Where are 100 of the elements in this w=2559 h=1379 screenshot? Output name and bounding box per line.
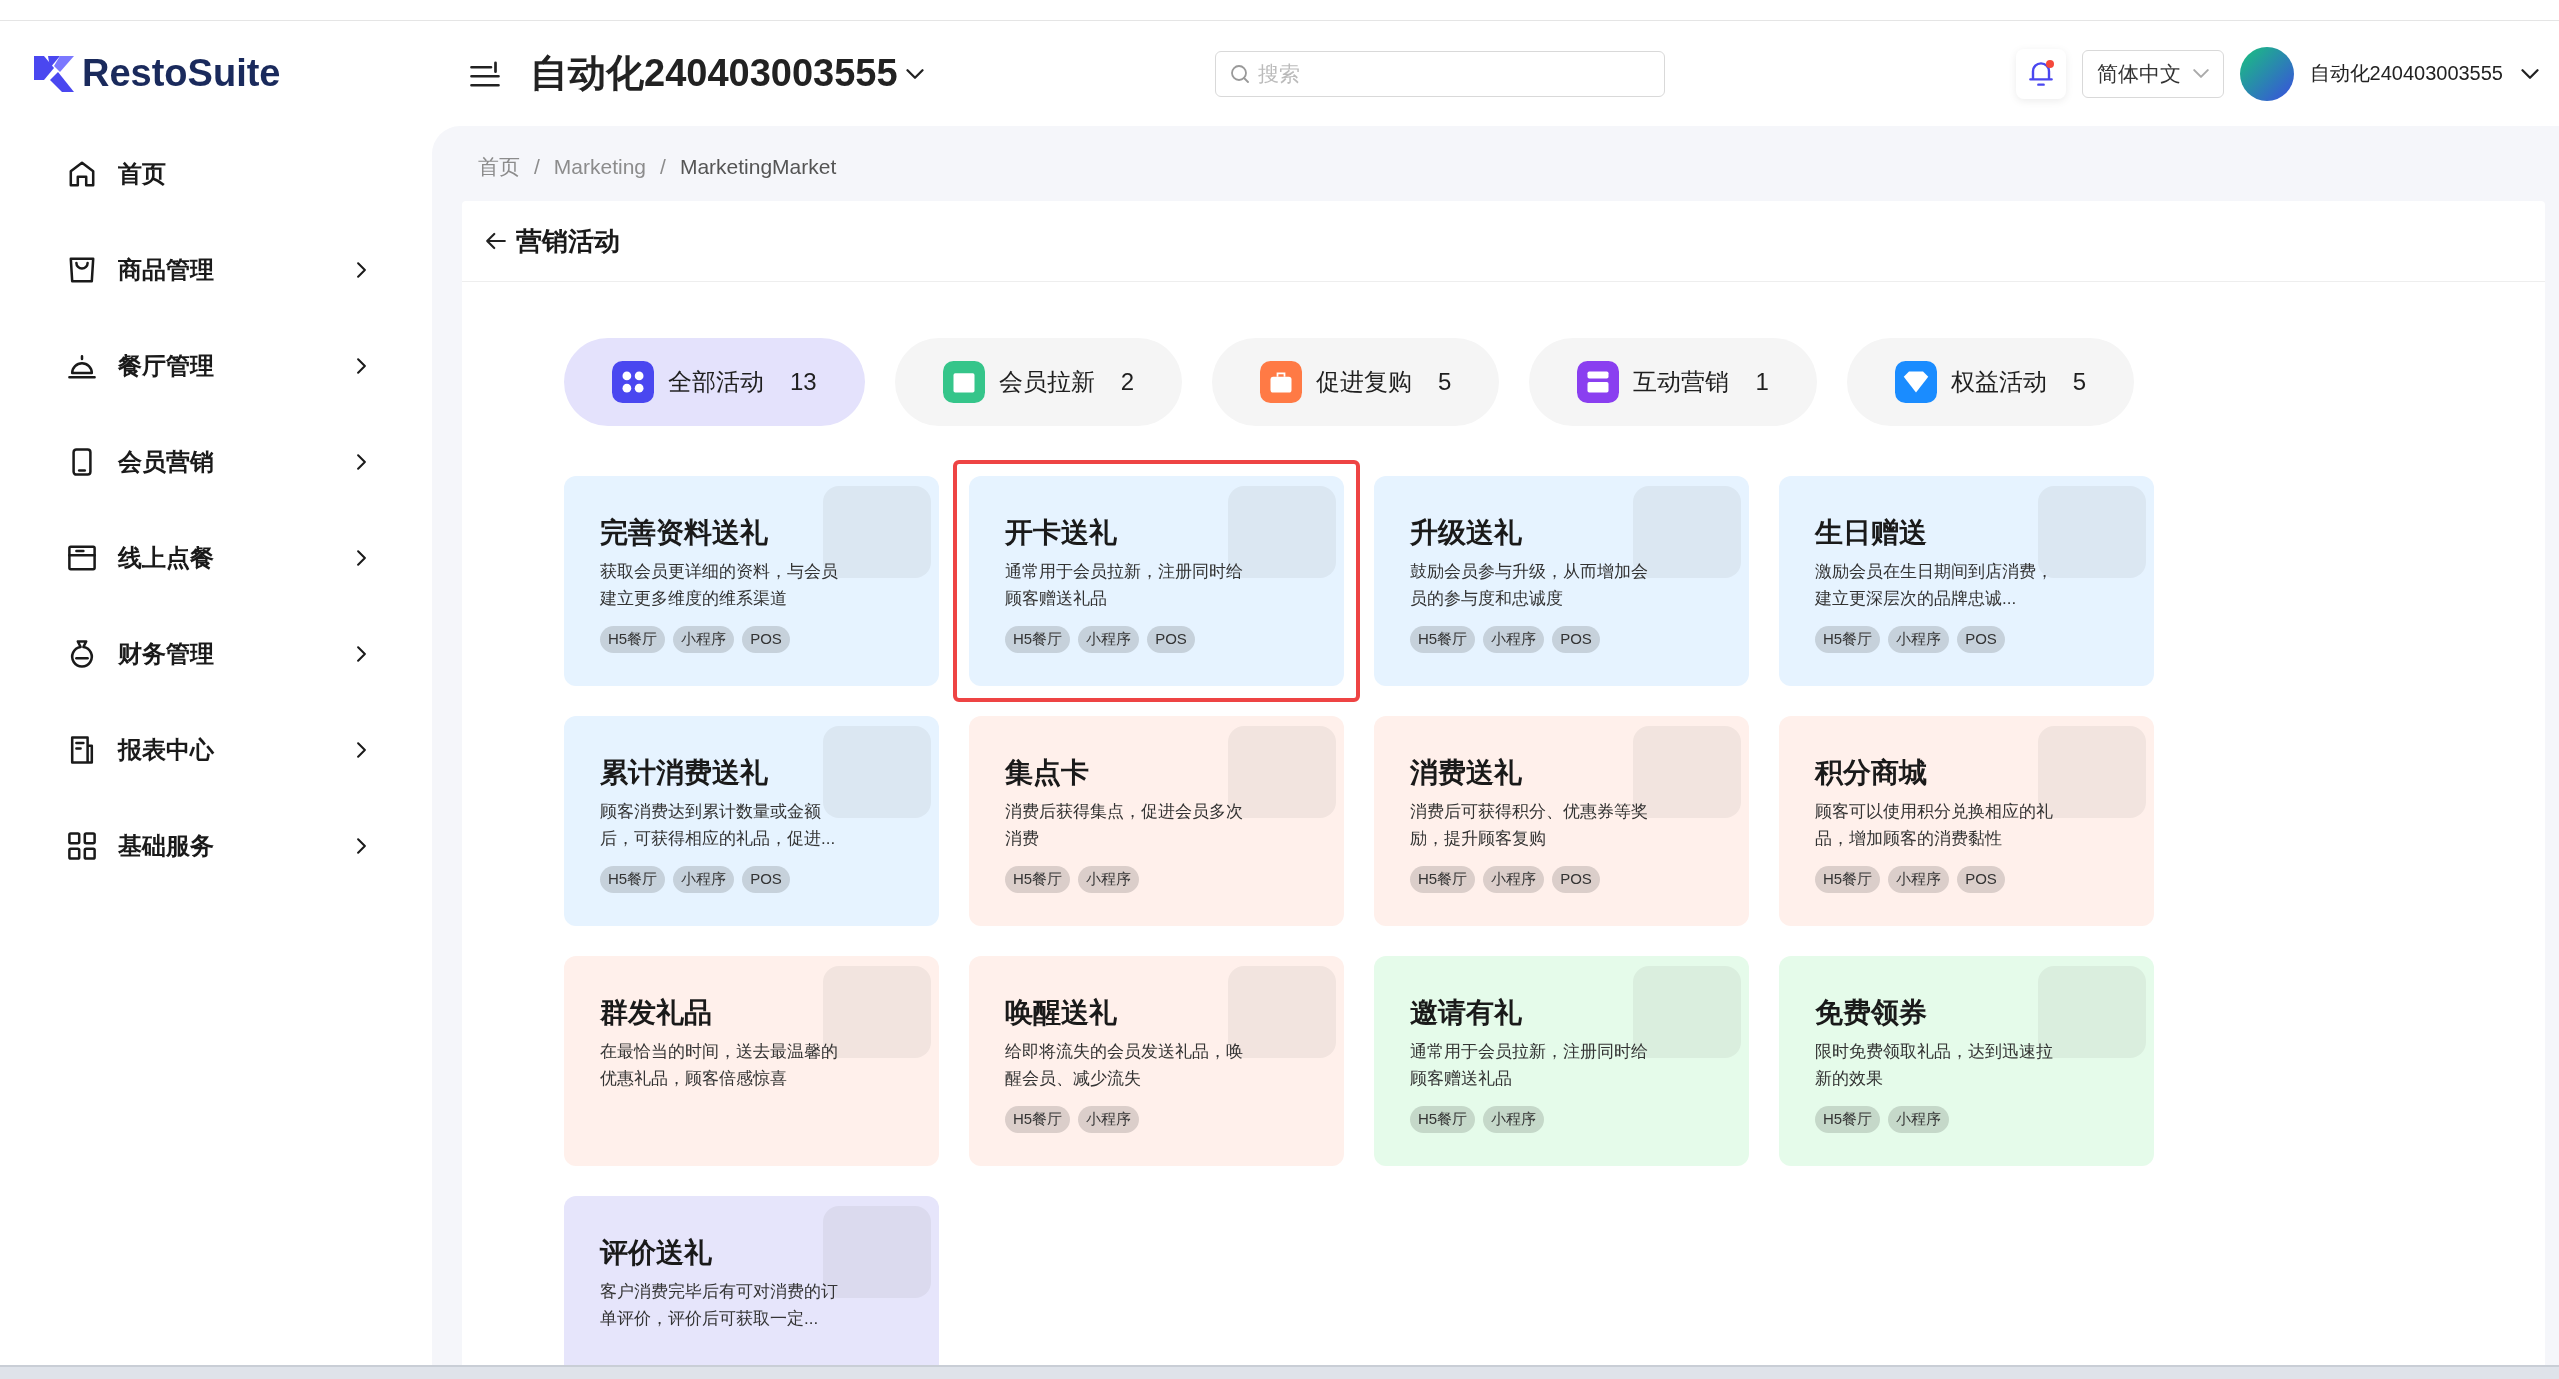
- breadcrumb-separator: /: [660, 154, 666, 179]
- bell-icon: [2028, 60, 2053, 87]
- activity-card[interactable]: 评价送礼 客户消费完毕后有可对消费的订单评价，评价后可获取一定...: [564, 1196, 939, 1365]
- card-title: 消费送礼: [1410, 756, 1523, 790]
- card-title: 开卡送礼: [1005, 516, 1118, 550]
- sidebar-item[interactable]: 餐厅管理: [0, 318, 370, 414]
- sidebar-item[interactable]: 商品管理: [0, 222, 370, 318]
- card-description: 给即将流失的会员发送礼品，唤醒会员、减少流失: [1005, 1041, 1244, 1090]
- sidebar-item[interactable]: 会员营销: [0, 414, 370, 510]
- platform-tag: H5餐厅: [1815, 866, 1881, 893]
- platform-tag: H5餐厅: [1815, 1106, 1881, 1133]
- money-bag-icon: [68, 640, 96, 668]
- card-description: 顾客可以使用积分兑换相应的礼品，增加顾客的消费黏性: [1815, 801, 2054, 850]
- card-description: 鼓励会员参与升级，从而增加会员的参与度和忠诚度: [1410, 561, 1649, 610]
- card-description: 激励会员在生日期间到店消费，建立更深层次的品牌忠诚...: [1815, 561, 2054, 610]
- platform-tag: POS: [1957, 866, 2005, 893]
- home-icon: [68, 160, 96, 188]
- platform-tag: H5餐厅: [1815, 626, 1881, 653]
- category-tab[interactable]: 全部活动 13: [564, 338, 865, 426]
- grid-icon: [68, 832, 96, 860]
- activity-card[interactable]: 积分商城 顾客可以使用积分兑换相应的礼品，增加顾客的消费黏性 H5餐厅 小程序 POS: [1779, 716, 2154, 926]
- card-title: 免费领券: [1815, 996, 1928, 1030]
- activity-card[interactable]: 群发礼品 在最恰当的时间，送去最温馨的优惠礼品，顾客倍感惊喜: [564, 956, 939, 1166]
- card-description: 消费后获得集点，促进会员多次消费: [1005, 801, 1244, 850]
- card-title: 邀请有礼: [1410, 996, 1523, 1030]
- logo-text: RestoSuite: [82, 52, 281, 95]
- menu-button[interactable]: [470, 59, 500, 88]
- platform-tag: H5餐厅: [1005, 866, 1071, 893]
- breadcrumb-separator: /: [534, 154, 540, 179]
- platform-tag: H5餐厅: [1005, 626, 1071, 653]
- bag-icon: [68, 256, 96, 284]
- breadcrumb-current: MarketingMarket: [679, 154, 837, 179]
- activity-card[interactable]: 唤醒送礼 给即将流失的会员发送礼品，唤醒会员、减少流失 H5餐厅 小程序: [969, 956, 1344, 1166]
- store-selector[interactable]: 自动化240403003555: [530, 48, 924, 99]
- card-description: 客户消费完毕后有可对消费的订单评价，评价后可获取一定...: [600, 1281, 839, 1330]
- platform-tag: 小程序: [1483, 1106, 1545, 1133]
- card-title: 累计消费送礼: [600, 756, 769, 790]
- platform-tag: 小程序: [1888, 1106, 1950, 1133]
- activity-card[interactable]: 消费送礼 消费后可获得积分、优惠券等奖励，提升顾客复购 H5餐厅 小程序 POS: [1374, 716, 1749, 926]
- platform-tag: POS: [1147, 626, 1195, 653]
- search-field[interactable]: 搜索: [1214, 50, 1665, 97]
- box-icon: [68, 544, 96, 572]
- card-title: 唤醒送礼: [1005, 996, 1118, 1030]
- platform-tag: 小程序: [1483, 866, 1545, 893]
- category-tab[interactable]: 权益活动 5: [1846, 338, 2135, 426]
- back-arrow-icon: [486, 232, 506, 250]
- card-description: 顾客消费达到累计数量或金额后，可获得相应的礼品，促进...: [600, 801, 837, 850]
- card-description: 通常用于会员拉新，注册同时给顾客赠送礼品: [1005, 561, 1244, 610]
- user-menu[interactable]: 自动化240403003555: [2309, 60, 2539, 87]
- platform-tag: 小程序: [1483, 626, 1545, 653]
- card-title: 完善资料送礼: [600, 516, 769, 550]
- language-selector[interactable]: 简体中文: [2081, 49, 2224, 98]
- platform-tag: 小程序: [1078, 1106, 1140, 1133]
- platform-tag: 小程序: [1888, 626, 1950, 653]
- platform-tag: POS: [742, 626, 790, 653]
- activity-card[interactable]: 集点卡 消费后获得集点，促进会员多次消费 H5餐厅 小程序: [969, 716, 1344, 926]
- back-button[interactable]: [486, 232, 506, 250]
- chevron-down-icon: [905, 68, 924, 79]
- activity-card[interactable]: 完善资料送礼 获取会员更详细的资料，与会员建立更多维度的维系渠道 H5餐厅 小程序 POS: [564, 476, 939, 686]
- chevron-down-icon: [2521, 68, 2539, 79]
- card-description: 通常用于会员拉新，注册同时给顾客赠送礼品: [1410, 1041, 1649, 1090]
- bell-dome-icon: [68, 352, 96, 380]
- platform-tag: 小程序: [1078, 626, 1140, 653]
- card-description: 消费后可获得积分、优惠券等奖励，提升顾客复购: [1410, 801, 1649, 850]
- platform-tag: 小程序: [673, 866, 735, 893]
- sidebar-item[interactable]: 基础服务: [0, 798, 370, 894]
- activity-card[interactable]: 免费领券 限时免费领取礼品，达到迅速拉新的效果 H5餐厅 小程序: [1779, 956, 2154, 1166]
- platform-tag: POS: [1957, 626, 2005, 653]
- document-icon: [68, 736, 96, 764]
- activity-card[interactable]: 邀请有礼 通常用于会员拉新，注册同时给顾客赠送礼品 H5餐厅 小程序: [1374, 956, 1749, 1166]
- platform-tag: POS: [1552, 626, 1600, 653]
- page-title: 营销活动: [516, 224, 620, 258]
- sidebar-item[interactable]: 线上点餐: [0, 510, 370, 606]
- sidebar-item[interactable]: 报表中心: [0, 702, 370, 798]
- category-tab[interactable]: 互动营销 1: [1529, 338, 1817, 426]
- platform-tag: H5餐厅: [600, 866, 666, 893]
- platform-tag: 小程序: [1078, 866, 1140, 893]
- sidebar-item[interactable]: 首页: [0, 126, 370, 222]
- card-title: 生日赠送: [1815, 516, 1928, 550]
- activity-card[interactable]: 升级送礼 鼓励会员参与升级，从而增加会员的参与度和忠诚度 H5餐厅 小程序 POS: [1374, 476, 1749, 686]
- activity-card[interactable]: 开卡送礼 通常用于会员拉新，注册同时给顾客赠送礼品 H5餐厅 小程序 POS: [969, 476, 1344, 686]
- activity-card[interactable]: 生日赠送 激励会员在生日期间到店消费，建立更深层次的品牌忠诚... H5餐厅 小程序 POS: [1779, 476, 2154, 686]
- activity-card[interactable]: 累计消费送礼 顾客消费达到累计数量或金额后，可获得相应的礼品，促进... H5餐厅 小程序 POS: [564, 716, 939, 926]
- card-title: 集点卡: [1005, 756, 1090, 790]
- category-tab[interactable]: 促进复购 5: [1212, 338, 1500, 426]
- platform-tag: H5餐厅: [1410, 626, 1476, 653]
- card-title: 群发礼品: [600, 996, 713, 1030]
- platform-tag: H5餐厅: [1410, 866, 1476, 893]
- category-tab[interactable]: 会员拉新 2: [894, 338, 1183, 426]
- card-title: 评价送礼: [600, 1236, 713, 1270]
- platform-tag: H5餐厅: [600, 626, 666, 653]
- platform-tag: 小程序: [673, 626, 735, 653]
- chevron-down-icon: [2192, 69, 2209, 78]
- card-title: 升级送礼: [1410, 516, 1523, 550]
- platform-tag: POS: [742, 866, 790, 893]
- platform-tag: POS: [1552, 866, 1600, 893]
- logo-icon: [34, 53, 74, 94]
- menu-icon: [470, 59, 500, 88]
- sidebar-item[interactable]: 财务管理: [0, 606, 370, 702]
- platform-tag: 小程序: [1888, 866, 1950, 893]
